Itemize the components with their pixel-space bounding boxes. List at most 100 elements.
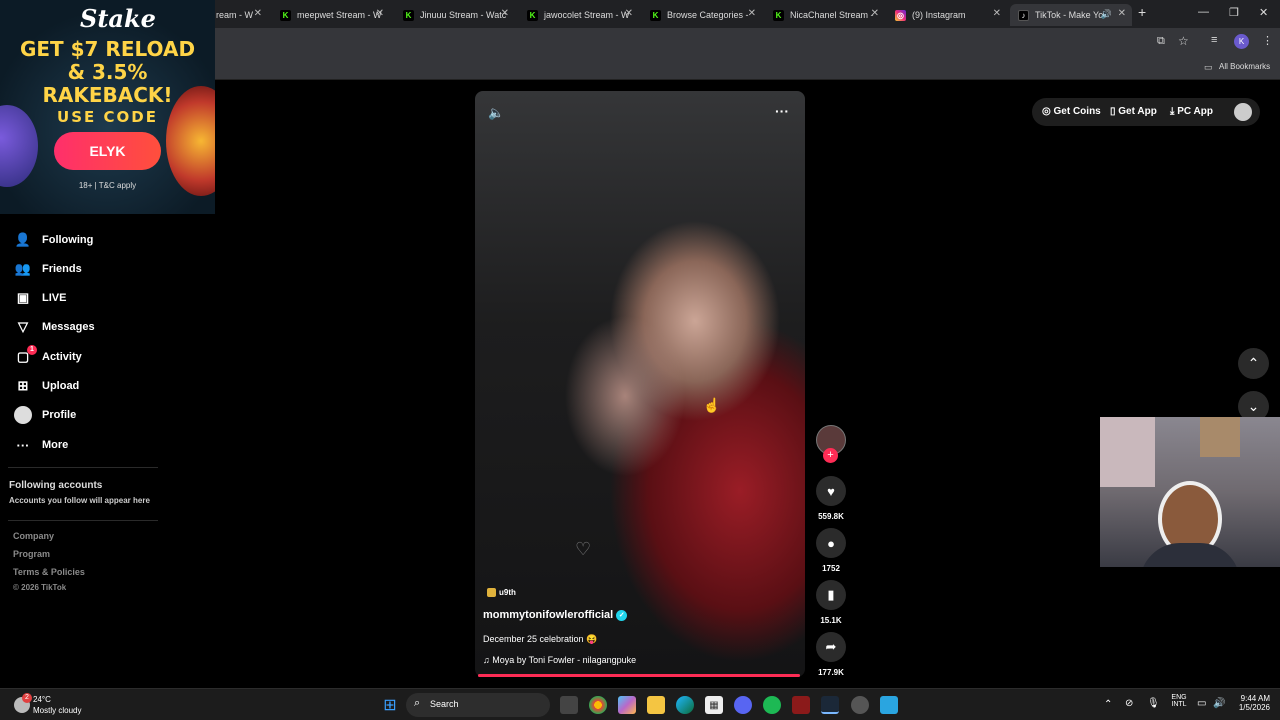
footer-link-terms[interactable]: Terms & Policies	[13, 567, 85, 577]
window-close-icon[interactable]: ✕	[1259, 6, 1268, 19]
ad-code-button[interactable]: ELYK	[54, 132, 161, 170]
save-button[interactable]: ▮ 15.1K	[815, 580, 847, 625]
ad-terms: 18+ | T&C apply	[78, 181, 137, 190]
discord-icon[interactable]	[734, 696, 752, 714]
monitor-icon[interactable]: ▭	[1197, 698, 1206, 709]
coin-icon: ◎	[1042, 106, 1054, 117]
share-button[interactable]: ➦ 177.9K	[815, 632, 847, 677]
volume-icon[interactable]: 🔈	[488, 105, 504, 121]
like-button[interactable]: ♥ 559.8K	[815, 476, 847, 521]
volume-tray-icon[interactable]: 🔊	[1213, 698, 1225, 709]
close-icon[interactable]: ✕	[501, 8, 509, 19]
sidebar-item-upload[interactable]: ⊞ Upload	[14, 375, 80, 397]
bookmark-star-icon[interactable]: ☆	[1178, 34, 1189, 48]
previous-video-button[interactable]: ⌃	[1238, 348, 1269, 379]
stake-ad-overlay[interactable]: Stake GET $7 RELOAD & 3.5% RAKEBACK! USE…	[0, 0, 215, 214]
messages-icon: ▽	[18, 319, 28, 334]
minimize-icon[interactable]: —	[1198, 6, 1209, 18]
comment-button[interactable]: ● 1752	[815, 528, 847, 573]
steam-icon[interactable]	[821, 696, 839, 714]
language-indicator[interactable]: ENG INTL	[1168, 694, 1190, 708]
footer-link-company[interactable]: Company	[13, 531, 54, 541]
get-coins-label: Get Coins	[1053, 106, 1101, 117]
media-control-icon[interactable]: ≡	[1211, 34, 1217, 46]
browser-tab[interactable]: K jawocolet Stream - W ✕	[519, 4, 639, 26]
tab-title: (9) Instagram	[912, 10, 966, 20]
search-label: Search	[430, 699, 459, 709]
cast-icon[interactable]: ⧉	[1157, 35, 1165, 48]
webcam-overlay	[1100, 417, 1280, 567]
all-bookmarks-link[interactable]: All Bookmarks	[1219, 62, 1270, 71]
avatar[interactable]	[1234, 103, 1252, 121]
browser-tab[interactable]: K Jinuuu Stream - Watc ✕	[395, 4, 515, 26]
close-icon[interactable]: ✕	[1118, 8, 1126, 19]
video-tag-label: u9th	[499, 588, 516, 597]
copilot-icon[interactable]	[618, 696, 636, 714]
taskbar-search[interactable]: ⌕ Search	[406, 693, 550, 717]
pc-app-button[interactable]: ⤓ PC App	[1170, 106, 1213, 117]
close-icon[interactable]: ✕	[993, 8, 1001, 19]
close-icon[interactable]: ✕	[254, 8, 262, 19]
new-tab-button[interactable]: +	[1138, 4, 1146, 20]
tab-title: jawocolet Stream - W	[544, 10, 630, 20]
restore-icon[interactable]: ❐	[1229, 6, 1239, 19]
follow-plus-icon[interactable]: +	[823, 448, 838, 463]
sidebar-item-friends[interactable]: 👥 Friends	[14, 258, 82, 280]
bookmark-icon: ▮	[816, 580, 846, 610]
browser-tab[interactable]: K Browse Categories - ✕	[642, 4, 762, 26]
activity-icon: ▢ 1	[14, 345, 37, 366]
browser-tab[interactable]: K NicaChanel Stream - ✕	[765, 4, 885, 26]
close-icon[interactable]: ✕	[871, 8, 879, 19]
spotify-icon[interactable]	[763, 696, 781, 714]
get-app-button[interactable]: ▯ Get App	[1110, 106, 1157, 117]
sidebar-item-more[interactable]: ··· More	[14, 434, 69, 456]
sidebar-item-label: LIVE	[42, 292, 67, 304]
video-music[interactable]: ♫ Moya by Toni Fowler - nilagangpuke	[483, 655, 636, 665]
video-username[interactable]: mommytonifowlerofficial ✓	[483, 609, 628, 621]
profile-avatar[interactable]: K	[1234, 34, 1249, 49]
following-accounts-title: Following accounts	[9, 480, 103, 491]
task-view-icon[interactable]	[560, 696, 578, 714]
sidebar-item-profile[interactable]: Profile	[14, 404, 76, 426]
sidebar-item-activity[interactable]: ▢ 1 Activity	[14, 345, 82, 368]
obs-icon[interactable]	[851, 696, 869, 714]
header-actions: ◎ Get Coins ▯ Get App ⤓ PC App	[1032, 98, 1260, 126]
tray-chevron-up-icon[interactable]: ⌃	[1104, 699, 1112, 710]
file-explorer-icon[interactable]	[647, 696, 665, 714]
username-label: mommytonifowlerofficial	[483, 609, 614, 621]
share-count: 177.9K	[818, 668, 844, 677]
network-off-icon[interactable]: ⊘	[1125, 698, 1133, 709]
kick-icon: K	[650, 9, 661, 21]
clock[interactable]: 9:44 AM 1/5/2026	[1230, 694, 1270, 712]
progress-fill	[478, 674, 800, 677]
browser-tab[interactable]: ◎ (9) Instagram ✕	[887, 4, 1007, 26]
sidebar-item-following[interactable]: 👤 Following	[14, 229, 93, 251]
windows-start-icon[interactable]: ⊞	[381, 696, 399, 714]
speaker-icon[interactable]: 🔊	[1101, 9, 1112, 20]
sidebar-item-label: Profile	[42, 409, 77, 421]
video-progress-bar[interactable]	[478, 674, 800, 677]
kick-icon: K	[773, 9, 784, 21]
close-icon[interactable]: ✕	[376, 8, 384, 19]
sidebar-item-live[interactable]: ▣ LIVE	[14, 287, 67, 309]
store-icon[interactable]: ▦	[705, 696, 723, 714]
video-player[interactable]: 🔈 ··· u9th mommytonifowlerofficial ✓ Dec…	[475, 91, 805, 677]
browser-tab[interactable]: K meepwet Stream - W ✕	[272, 4, 390, 26]
comment-icon: ●	[816, 528, 846, 558]
sidebar-item-messages[interactable]: ▽ Messages	[14, 316, 95, 338]
microphone-icon[interactable]: 🎙	[1147, 698, 1160, 709]
footer-link-program[interactable]: Program	[13, 549, 50, 559]
close-icon[interactable]: ✕	[748, 8, 756, 19]
menu-kebab-icon[interactable]: ⋮	[1262, 34, 1273, 47]
more-options-icon[interactable]: ···	[775, 103, 789, 119]
get-coins-button[interactable]: ◎ Get Coins	[1042, 106, 1101, 117]
browser-tab-active[interactable]: ♪ TikTok - Make Yo 🔊 ✕	[1010, 4, 1132, 26]
notepad-icon[interactable]	[880, 696, 898, 714]
heart-icon: ♥	[816, 476, 846, 506]
close-icon[interactable]: ✕	[625, 8, 633, 19]
game-app-icon[interactable]	[792, 696, 810, 714]
edge-icon[interactable]	[676, 696, 694, 714]
kick-icon: K	[403, 9, 414, 21]
tiktok-icon: ♪	[1018, 9, 1029, 21]
chrome-icon[interactable]	[589, 696, 607, 714]
